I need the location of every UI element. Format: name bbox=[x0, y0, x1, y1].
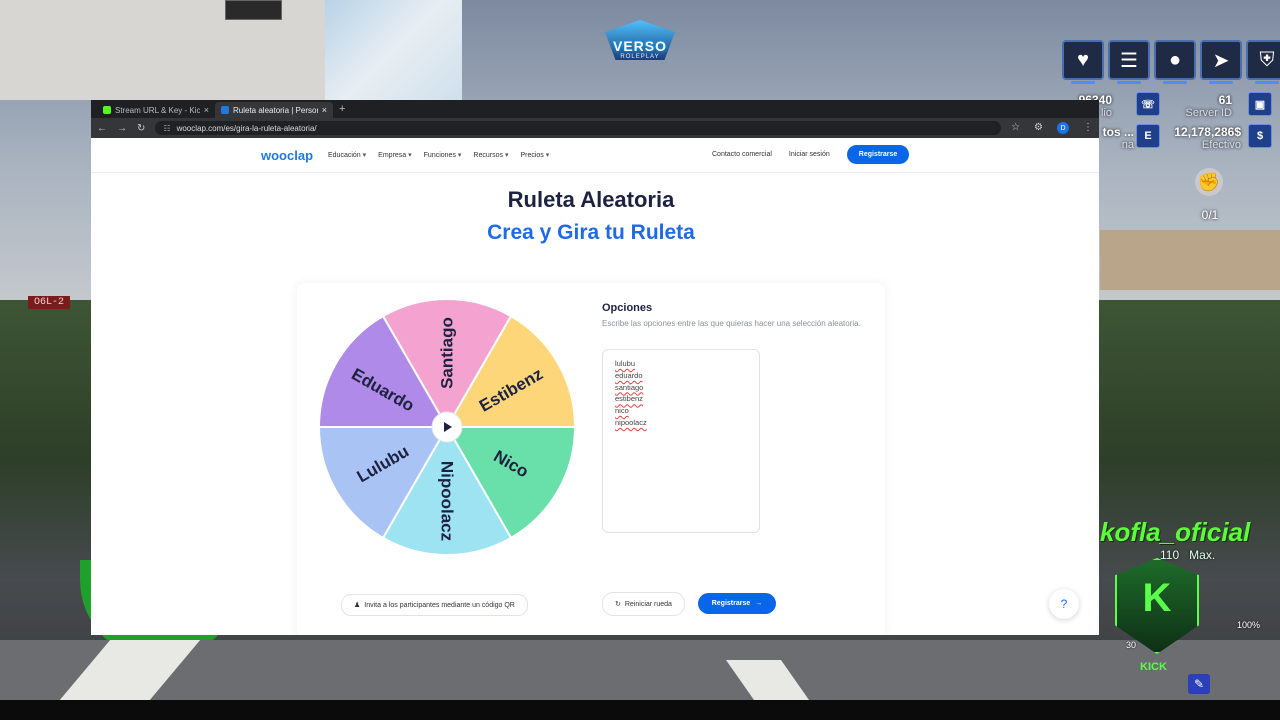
site-navbar: wooclap Educación Empresa Funciones Recu… bbox=[91, 138, 1099, 173]
logo-subtext: ROLEPLAY bbox=[620, 54, 660, 60]
speed-value: 110 bbox=[1160, 548, 1180, 562]
url-text: wooclap.com/es/gira-la-ruleta-aleatoria/ bbox=[176, 123, 317, 133]
edit-icon: ✎ bbox=[1188, 674, 1210, 694]
browser-window: Stream URL & Key - Kick Dash × Ruleta al… bbox=[91, 100, 1099, 635]
armor-icon: ☰ bbox=[1108, 40, 1150, 84]
kick-label: KICK bbox=[1140, 661, 1167, 673]
nav-links: Educación Empresa Funciones Recursos Pre… bbox=[328, 151, 549, 159]
map-poster bbox=[325, 0, 462, 100]
invite-qr-button[interactable]: ♟ Invita a los participantes mediante un… bbox=[341, 594, 528, 616]
server-id-label: Server ID bbox=[1185, 107, 1232, 119]
page-title: Ruleta Aleatoria bbox=[507, 187, 675, 212]
stamina-icon: ➤ bbox=[1200, 40, 1242, 84]
nav-right: Contacto comercial Iniciar sesión Regist… bbox=[712, 145, 910, 164]
wheel-segment-label: Nipoolacz bbox=[438, 461, 457, 541]
weapon-count: 0/1 bbox=[1201, 208, 1219, 222]
water-icon: ● bbox=[1154, 40, 1196, 84]
address-bar[interactable]: ☷ wooclap.com/es/gira-la-ruleta-aleatori… bbox=[155, 121, 1002, 135]
page-subtitle: Crea y Gira tu Ruleta bbox=[487, 221, 695, 244]
close-icon[interactable]: × bbox=[204, 105, 209, 115]
battery-readout: 100% bbox=[1237, 620, 1261, 630]
tab-title: Ruleta aleatoria | Personaliza y bbox=[233, 105, 318, 115]
contact-sales-link[interactable]: Contacto comercial bbox=[712, 151, 772, 158]
wooclap-logo[interactable]: wooclap bbox=[261, 148, 313, 163]
site-info-icon[interactable]: ☷ bbox=[163, 124, 170, 133]
fist-icon: ✊ bbox=[1195, 168, 1223, 196]
building bbox=[1100, 230, 1280, 290]
money-bag-icon: $ bbox=[1248, 124, 1272, 148]
server-logo: VERSO ROLEPLAY bbox=[600, 20, 680, 80]
close-icon[interactable]: × bbox=[322, 105, 327, 115]
hud-stat-server: 61 Server ID bbox=[1180, 93, 1232, 119]
kick-favicon-icon bbox=[103, 106, 111, 114]
speed-label: Max. bbox=[1189, 548, 1216, 562]
server-tag: O6L-2 bbox=[28, 296, 71, 309]
hud-stat-cash: 12,178,286$ Efectivo bbox=[1165, 125, 1241, 151]
heart-icon: ♥ bbox=[1062, 40, 1104, 84]
partial-number: 30 bbox=[1126, 640, 1137, 650]
address-bar-row: ← → ↻ ☷ wooclap.com/es/gira-la-ruleta-al… bbox=[91, 118, 1099, 138]
hud-status-icons: ♥ ☰ ● ➤ ⛨ bbox=[1062, 40, 1280, 84]
new-tab-icon[interactable]: + bbox=[339, 103, 345, 115]
arrow-right-icon: → bbox=[755, 600, 763, 607]
spin-wheel[interactable]: Santiago Estibenz Nico Nipoolacz Lulubu Eduar… bbox=[316, 296, 578, 558]
wheel-graphic[interactable]: SantiagoEstibenzNicoNipoolaczLulubuEduar… bbox=[316, 296, 578, 558]
wooclap-favicon-icon bbox=[221, 106, 229, 114]
option-line: nico bbox=[615, 406, 629, 416]
back-icon[interactable]: ← bbox=[97, 123, 107, 134]
nav-recursos[interactable]: Recursos bbox=[473, 151, 508, 159]
options-title: Opciones bbox=[602, 302, 653, 314]
help-button[interactable]: ? bbox=[1049, 589, 1079, 619]
id-card-icon: ▣ bbox=[1248, 92, 1272, 116]
tab-strip: Stream URL & Key - Kick Dash × Ruleta al… bbox=[91, 100, 1099, 118]
reset-wheel-button[interactable]: ↻ Reiniciar rueda bbox=[602, 592, 685, 616]
register-cta-button[interactable]: Registrarse → bbox=[698, 593, 776, 614]
users-icon: ♟ bbox=[354, 602, 361, 609]
option-line: nipoolacz bbox=[615, 417, 647, 427]
screen-border bbox=[0, 700, 1280, 720]
option-line: lulubu bbox=[615, 359, 636, 368]
cash-value: 12,178,286$ bbox=[1174, 125, 1241, 139]
reload-icon[interactable]: ↻ bbox=[137, 123, 145, 134]
invite-qr-label: Invita a los participantes mediante un c… bbox=[364, 601, 515, 609]
tab-wooclap[interactable]: Ruleta aleatoria | Personaliza y × bbox=[215, 102, 333, 118]
logo-text: VERSO bbox=[612, 38, 667, 54]
tab-title: Stream URL & Key - Kick Dash bbox=[115, 105, 200, 115]
cash-label: Efectivo bbox=[1201, 139, 1241, 151]
picture-frame bbox=[225, 0, 282, 20]
reset-wheel-label: Reiniciar rueda bbox=[624, 600, 672, 608]
streamer-name: kofla_oficial bbox=[1100, 517, 1251, 547]
forward-icon[interactable]: → bbox=[117, 123, 127, 134]
options-description: Escribe las opciones entre las que quier… bbox=[602, 319, 861, 328]
login-link[interactable]: Iniciar sesión bbox=[789, 151, 830, 158]
wheel-segment-label: Santiago bbox=[438, 317, 457, 389]
register-button[interactable]: Registrarse bbox=[846, 145, 910, 164]
nav-funciones[interactable]: Funciones bbox=[424, 151, 462, 159]
shield-icon: ⛨ bbox=[1246, 40, 1280, 84]
server-id-value: 61 bbox=[1218, 93, 1232, 107]
reset-icon: ↻ bbox=[615, 601, 621, 608]
job-badge: E bbox=[1136, 124, 1160, 148]
tab-kick-dashboard[interactable]: Stream URL & Key - Kick Dash × bbox=[97, 102, 215, 118]
phone-icon: ☏ bbox=[1136, 92, 1160, 116]
options-textarea[interactable]: lulubu eduardo santiago estibenz nico ni… bbox=[602, 349, 760, 533]
option-line: santiago bbox=[615, 382, 644, 392]
option-line: eduardo bbox=[615, 370, 643, 380]
register-cta-label: Registrarse bbox=[711, 600, 751, 607]
bookmark-star-icon[interactable]: ☆ bbox=[1011, 122, 1020, 134]
profile-avatar[interactable]: D bbox=[1057, 122, 1069, 134]
extensions-icon[interactable]: ⚙ bbox=[1034, 122, 1043, 134]
nav-empresa[interactable]: Empresa bbox=[378, 151, 411, 159]
menu-icon[interactable]: ⋮ bbox=[1083, 122, 1093, 134]
speed-readout: 110 Max. bbox=[1160, 548, 1215, 562]
option-line: estibenz bbox=[615, 394, 643, 404]
toolbar-icons: ☆ ⚙ D ⋮ bbox=[1011, 122, 1093, 134]
nav-precios[interactable]: Precios bbox=[520, 151, 549, 159]
nav-educacion[interactable]: Educación bbox=[328, 151, 366, 159]
